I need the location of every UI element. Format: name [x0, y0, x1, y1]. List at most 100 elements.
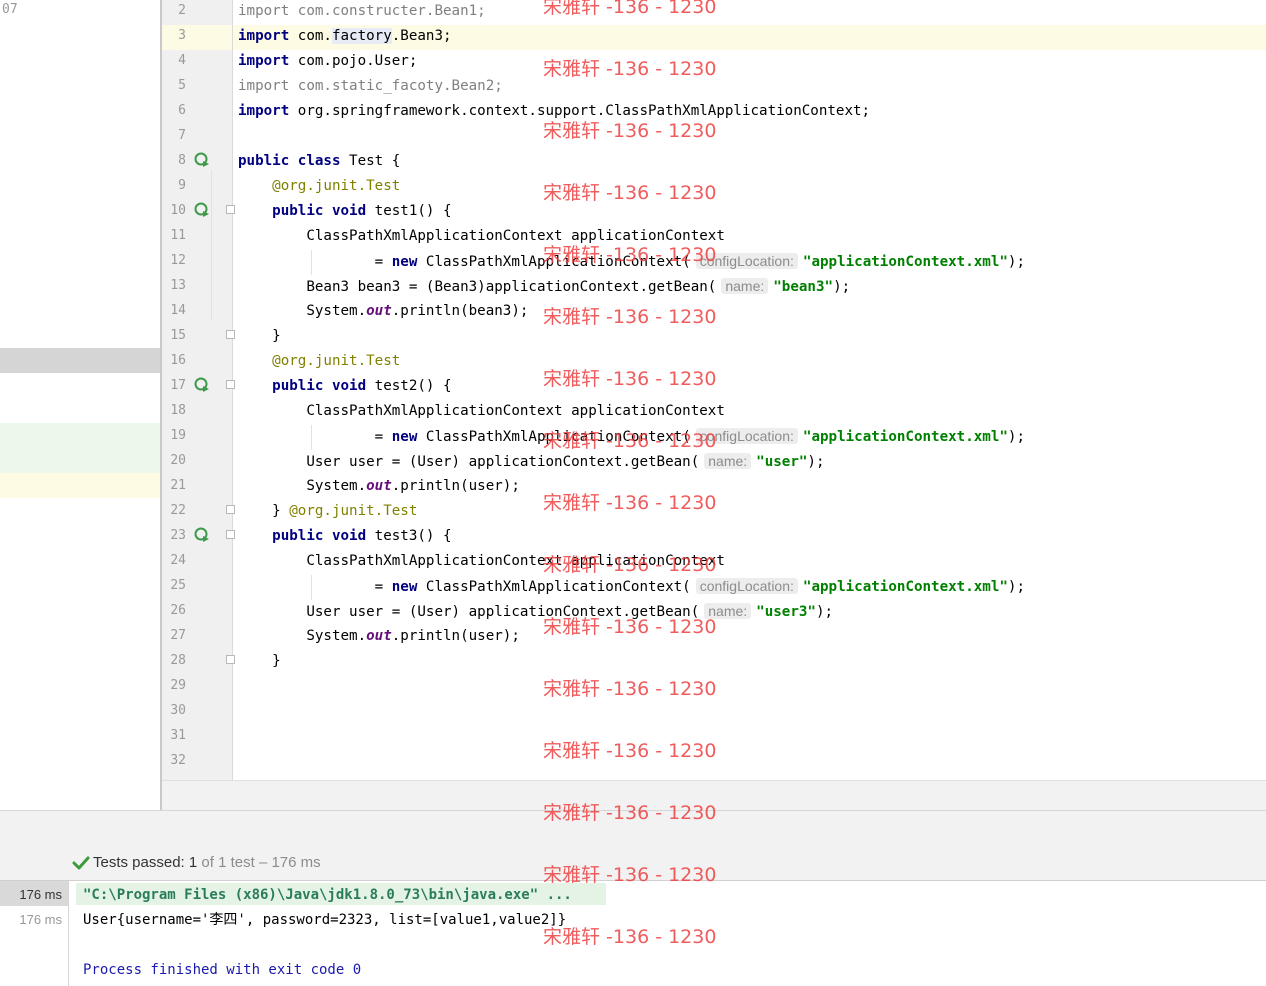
- line-number: 12: [170, 253, 186, 268]
- line-number: 31: [170, 728, 186, 743]
- line-number: 15: [170, 328, 186, 343]
- code-token: out: [366, 478, 392, 494]
- code-token: Test: [366, 178, 401, 194]
- line-number: 24: [170, 553, 186, 568]
- watermark-text: 宋雅轩 -136 - 1230: [543, 926, 717, 948]
- code-line: System.out.println(user);: [238, 626, 520, 651]
- code-token: );: [833, 279, 851, 295]
- watermark-text: 宋雅轩 -136 - 1230: [543, 58, 717, 80]
- code-token: import: [238, 53, 290, 69]
- fold-marker-icon[interactable]: [226, 330, 235, 339]
- line-number: 18: [170, 403, 186, 418]
- line-number: 9: [178, 178, 186, 193]
- watermark-text: 宋雅轩 -136 - 1230: [543, 430, 717, 452]
- code-editor[interactable]: import com.constructer.Bean1; import com.…: [211, 0, 1266, 780]
- fold-marker-icon[interactable]: [226, 380, 235, 389]
- code-token: Test: [383, 503, 418, 519]
- watermark-text: 宋雅轩 -136 - 1230: [543, 244, 717, 266]
- line-number: 16: [170, 353, 186, 368]
- run-test-icon[interactable]: [194, 202, 210, 218]
- tests-passed-count: 1: [188, 854, 198, 871]
- code-token: factory: [331, 28, 392, 44]
- code-token: =: [238, 579, 392, 595]
- code-line: Bean3 bean3 = (Bean3)applicationContext.…: [238, 276, 850, 301]
- code-token: import: [238, 103, 290, 119]
- code-token: out: [366, 303, 392, 319]
- code-token: public class: [238, 153, 341, 169]
- parameter-hint: name:: [721, 278, 769, 294]
- fold-marker-icon[interactable]: [226, 655, 235, 664]
- code-token: "user3": [756, 604, 816, 620]
- line-number: 20: [170, 453, 186, 468]
- line-number: 5: [178, 78, 186, 93]
- code-line: public void test3() {: [238, 526, 451, 551]
- watermark-text: 宋雅轩 -136 - 1230: [543, 740, 717, 762]
- code-line: public class Test {: [238, 151, 400, 176]
- watermark-text: 宋雅轩 -136 - 1230: [543, 306, 717, 328]
- line-number: 7: [178, 128, 186, 143]
- line-number: 25: [170, 578, 186, 593]
- fold-marker-icon[interactable]: [226, 530, 235, 539]
- watermark-text: 宋雅轩 -136 - 1230: [543, 182, 717, 204]
- code-token: }: [238, 328, 281, 344]
- line-number: 13: [170, 278, 186, 293]
- code-token: public void: [272, 378, 367, 394]
- line-number: 8: [178, 153, 186, 168]
- tests-passed-detail: of 1 test – 176 ms: [201, 854, 321, 871]
- code-token: =: [238, 254, 392, 270]
- line-number: 10: [170, 203, 186, 218]
- project-panel-selected-row[interactable]: [0, 348, 160, 373]
- run-test-icon[interactable]: [194, 527, 210, 543]
- line-number: 23: [170, 528, 186, 543]
- code-token: test1() {: [366, 203, 452, 219]
- code-line: User user = (User) applicationContext.ge…: [238, 601, 833, 626]
- code-token: .Bean3;: [391, 28, 452, 44]
- line-number: 3: [178, 28, 186, 43]
- code-token: Test {: [340, 153, 401, 169]
- code-token: import: [238, 28, 290, 44]
- tests-passed-label: Tests passed:: [93, 854, 185, 871]
- console-exit-line: Process finished with exit code 0: [83, 962, 362, 978]
- run-test-icon[interactable]: [194, 152, 210, 168]
- line-number: 28: [170, 653, 186, 668]
- code-line: }: [238, 326, 281, 351]
- watermark-text: 宋雅轩 -136 - 1230: [543, 492, 717, 514]
- code-token: test2() {: [366, 378, 452, 394]
- code-token: "applicationContext.xml": [802, 429, 1008, 445]
- run-test-icon[interactable]: [194, 377, 210, 393]
- fold-marker-icon[interactable]: [226, 205, 235, 214]
- watermark-text: 宋雅轩 -136 - 1230: [543, 0, 717, 18]
- watermark-text: 宋雅轩 -136 - 1230: [543, 678, 717, 700]
- line-number: 27: [170, 628, 186, 643]
- code-token: "user": [756, 454, 808, 470]
- line-number: 26: [170, 603, 186, 618]
- code-line: ClassPathXmlApplicationContext applicati…: [238, 401, 725, 426]
- code-token: public void: [272, 528, 367, 544]
- fold-marker-icon[interactable]: [226, 505, 235, 514]
- project-panel-row[interactable]: [0, 423, 160, 473]
- indent-guide: [311, 425, 312, 450]
- line-number: 6: [178, 103, 186, 118]
- parameter-hint: name:: [704, 453, 752, 469]
- code-line: public void test1() {: [238, 201, 452, 226]
- code-token: "applicationContext.xml": [802, 254, 1008, 270]
- check-icon: [72, 856, 90, 870]
- code-line: }: [238, 651, 281, 676]
- line-number: 17: [170, 378, 186, 393]
- timing-test: 176 ms: [19, 912, 62, 927]
- console-command: "C:\Program Files (x86)\Java\jdk1.8.0_73…: [83, 887, 572, 903]
- line-number: 22: [170, 503, 186, 518]
- code-token: .println(user);: [391, 628, 520, 644]
- code-token: public void: [272, 203, 367, 219]
- watermark-text: 宋雅轩 -136 - 1230: [543, 802, 717, 824]
- code-token: com.: [289, 28, 332, 44]
- line-number: 19: [170, 428, 186, 443]
- code-line: @org.junit.Test: [238, 176, 400, 201]
- code-token: @org.junit.: [238, 178, 367, 194]
- project-panel-row[interactable]: [0, 473, 160, 498]
- code-token: Test: [366, 353, 401, 369]
- code-token: import: [238, 78, 290, 94]
- code-token: Bean3 bean3 = (Bean3)applicationContext.…: [238, 279, 717, 295]
